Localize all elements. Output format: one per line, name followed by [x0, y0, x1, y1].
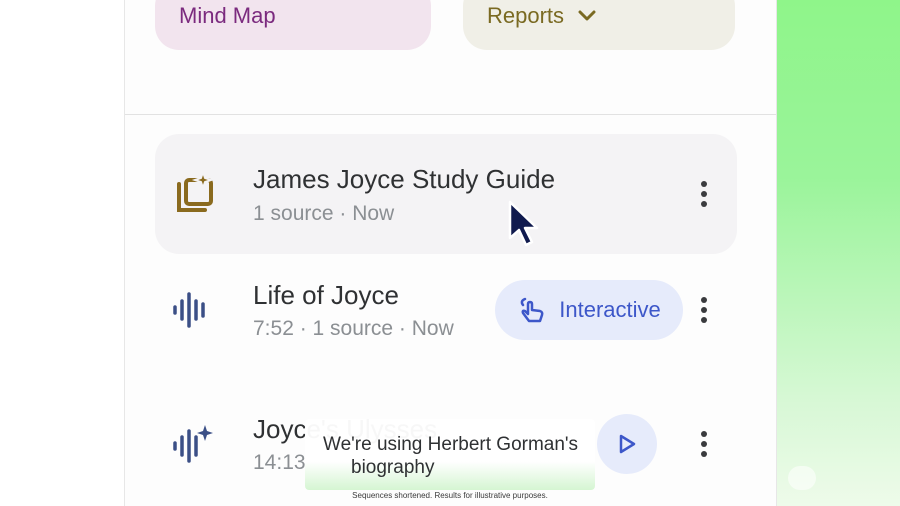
study-guide-icon	[177, 172, 215, 212]
item-subtitle: 14:13	[253, 451, 306, 474]
play-icon	[619, 434, 636, 454]
background-glow	[775, 0, 900, 506]
reports-label: Reports	[487, 3, 565, 28]
interactive-label: Interactive	[559, 297, 661, 322]
list-item-study-guide[interactable]: James Joyce Study Guide 1 source · Now	[155, 134, 737, 254]
interactive-hand-icon	[520, 297, 544, 323]
caption-line-2: biography	[351, 457, 435, 478]
item-subtitle: 1 source · Now	[253, 202, 395, 225]
interactive-button[interactable]: Interactive	[495, 280, 683, 340]
audio-waveform-icon	[173, 292, 205, 328]
mind-map-label: Mind Map	[179, 3, 276, 28]
audio-sparkle-icon	[173, 425, 213, 463]
watermark-logo	[788, 466, 816, 490]
item-title: James Joyce Study Guide	[253, 164, 556, 194]
disclaimer-text: Sequences shortened. Results for illustr…	[352, 491, 548, 500]
more-options-icon[interactable]	[701, 181, 707, 207]
item-subtitle: 7:52 · 1 source · Now	[253, 317, 454, 340]
more-options-icon[interactable]	[701, 297, 707, 323]
mind-map-button[interactable]: Mind Map	[155, 0, 431, 50]
list-item-life-of-joyce[interactable]: Life of Joyce 7:52 · 1 source · Now Inte…	[155, 262, 737, 358]
chevron-down-icon	[578, 10, 596, 21]
caption-overlay: We're using Herbert Gorman's biography	[305, 419, 595, 490]
item-title: Life of Joyce	[253, 280, 399, 310]
reports-button[interactable]: Reports	[463, 0, 735, 50]
divider	[125, 114, 776, 115]
more-options-icon[interactable]	[701, 431, 707, 457]
play-button[interactable]	[597, 414, 657, 474]
mouse-cursor-icon	[508, 200, 539, 247]
caption-line-1: We're using Herbert Gorman's	[323, 434, 579, 455]
